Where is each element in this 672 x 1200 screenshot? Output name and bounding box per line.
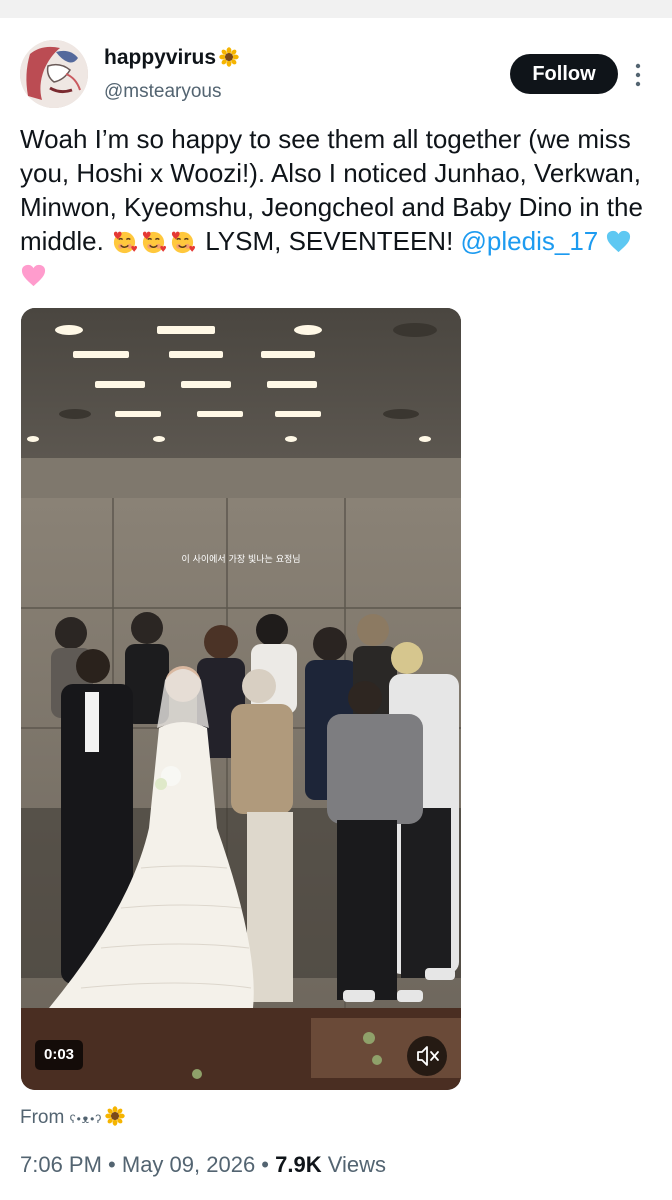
video-duration-badge: 0:03 bbox=[35, 1040, 83, 1070]
post-date[interactable]: May 09, 2026 bbox=[122, 1152, 255, 1177]
avatar-image bbox=[20, 40, 88, 108]
mute-button[interactable] bbox=[407, 1036, 447, 1076]
source-line: From ʕ•ᴥ•ʔ bbox=[20, 1106, 125, 1129]
more-options-icon[interactable] bbox=[630, 62, 646, 88]
source-label: From bbox=[20, 1107, 65, 1128]
smiling-face-hearts-emoji bbox=[142, 231, 167, 254]
tweet-card[interactable]: happyvirus @mstearyous Follow Woah I’m s… bbox=[0, 18, 672, 1200]
author-handle[interactable]: @mstearyous bbox=[104, 81, 222, 103]
video-frame bbox=[21, 308, 461, 1090]
video-player[interactable]: 이 사이에서 가장 빛나는 요정님 0:03 bbox=[21, 308, 461, 1090]
separator-dot: • bbox=[101, 1152, 122, 1177]
light-blue-heart-emoji bbox=[607, 230, 631, 253]
video-caption: 이 사이에서 가장 빛나는 요정님 bbox=[181, 555, 301, 565]
tweet-text: Woah I’m so happy to see them all togeth… bbox=[20, 122, 650, 292]
sunflower-icon bbox=[219, 47, 239, 67]
smiling-face-hearts-emoji bbox=[171, 231, 196, 254]
post-time[interactable]: 7:06 PM bbox=[20, 1152, 102, 1177]
author-display-name[interactable]: happyvirus bbox=[104, 46, 239, 70]
pink-heart-emoji bbox=[21, 264, 46, 287]
smiling-face-hearts-emoji bbox=[113, 231, 138, 254]
separator-dot: • bbox=[255, 1152, 276, 1177]
mention-link[interactable]: @pledis_17 bbox=[461, 226, 599, 256]
follow-button[interactable]: Follow bbox=[510, 54, 618, 94]
mute-icon bbox=[417, 1046, 439, 1066]
views-count[interactable]: 7.9K bbox=[275, 1152, 321, 1177]
sunflower-icon bbox=[105, 1106, 125, 1126]
timestamp-line: 7:06 PM • May 09, 2026 • 7.9K Views bbox=[20, 1152, 386, 1178]
source-name[interactable]: ʕ•ᴥ•ʔ bbox=[70, 1112, 103, 1126]
avatar[interactable] bbox=[20, 40, 88, 108]
display-name-text: happyvirus bbox=[104, 46, 217, 69]
tweet-body-end: LYSM, SEVENTEEN! bbox=[198, 226, 461, 256]
views-label: Views bbox=[321, 1152, 387, 1177]
